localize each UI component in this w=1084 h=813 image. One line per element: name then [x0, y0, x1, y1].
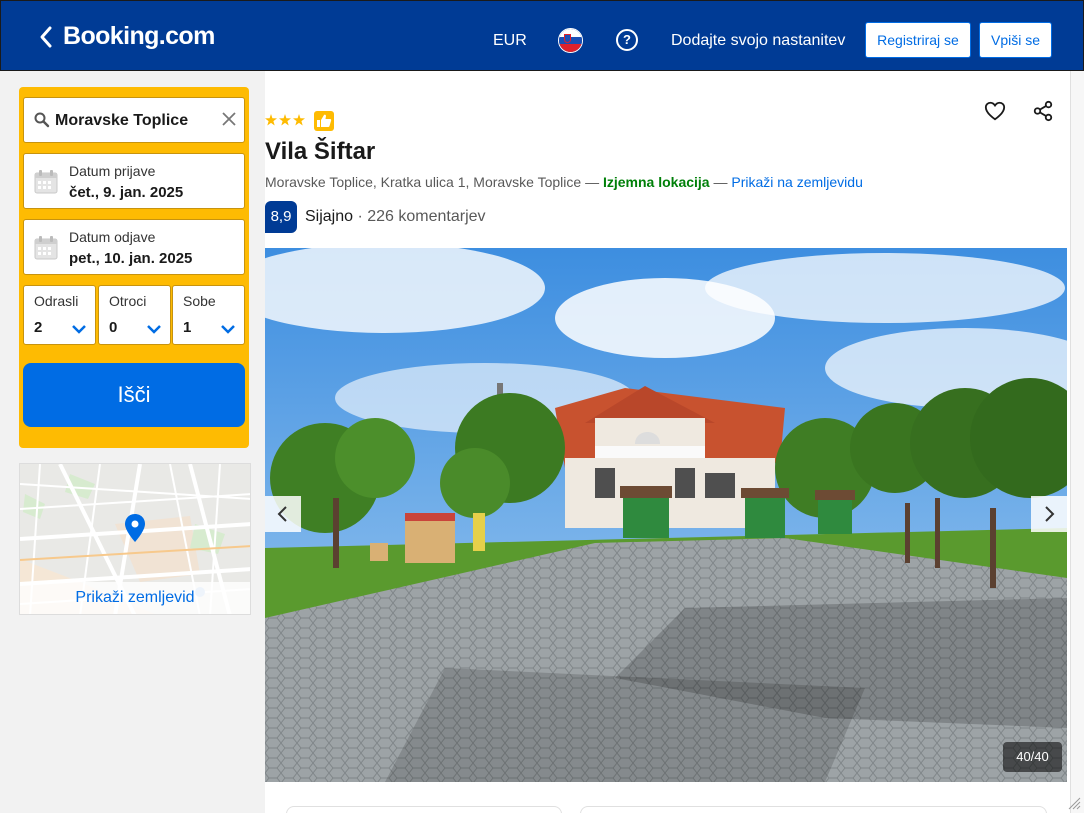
photo-image: [265, 248, 1067, 782]
show-map-link[interactable]: Prikaži zemljevid: [20, 582, 250, 614]
help-icon[interactable]: ?: [616, 29, 638, 51]
chevron-down-icon: [72, 325, 86, 334]
mini-map[interactable]: Prikaži zemljevid: [19, 463, 251, 615]
checkout-value: pet., 10. jan. 2025: [69, 250, 193, 267]
chevron-right-icon: [1045, 506, 1055, 522]
checkin-field[interactable]: Datum prijave čet., 9. jan. 2025: [23, 153, 245, 209]
flag-si-icon[interactable]: [558, 28, 583, 53]
adults-select[interactable]: Odrasli 2: [23, 285, 96, 345]
chevron-down-icon: [147, 325, 161, 334]
property-address: Moravske Toplice, Kratka ulica 1, Moravs…: [265, 174, 582, 190]
star-icon: [265, 114, 277, 126]
chevron-down-icon: [221, 325, 235, 334]
adults-label: Odrasli: [34, 293, 79, 309]
children-select[interactable]: Otroci 0: [98, 285, 171, 345]
location-badge: Izjemna lokacija: [602, 174, 710, 190]
separator: —: [709, 174, 732, 190]
photo-counter: 40/40: [1003, 742, 1062, 772]
show-on-map-link[interactable]: Prikaži na zemljevidu: [731, 174, 863, 190]
resize-handle-icon[interactable]: [1067, 796, 1081, 810]
search-icon: [34, 112, 50, 128]
thumbs-up-icon: [314, 111, 334, 131]
review-summary[interactable]: Sijajno · 226 komentarjev: [305, 208, 486, 226]
score-word: Sijajno: [305, 208, 354, 225]
info-card: [286, 806, 562, 813]
destination-value: Moravske Toplice: [55, 112, 189, 129]
clear-icon[interactable]: [220, 110, 238, 128]
add-property-link[interactable]: Dodajte svojo nastanitev: [671, 32, 845, 50]
property-address-line: Moravske Toplice, Kratka ulica 1, Moravs…: [265, 174, 863, 190]
search-panel: Moravske Toplice Datum prijave čet., 9. …: [19, 87, 249, 448]
page-scrollbar[interactable]: [1070, 71, 1084, 813]
rooms-label: Sobe: [183, 293, 216, 309]
star-rating: [265, 114, 305, 126]
top-header: Booking.com EUR ? Dodajte svojo nastanit…: [0, 0, 1084, 71]
heart-icon[interactable]: [984, 100, 1006, 122]
share-icon[interactable]: [1032, 100, 1054, 122]
children-value: 0: [109, 319, 118, 336]
info-card: [580, 806, 1047, 813]
register-button[interactable]: Registriraj se: [865, 22, 971, 58]
property-photo[interactable]: [265, 248, 1067, 782]
checkout-field[interactable]: Datum odjave pet., 10. jan. 2025: [23, 219, 245, 275]
separator: —: [581, 174, 603, 190]
rooms-value: 1: [183, 319, 192, 336]
review-count: · 226 komentarjev: [353, 208, 486, 225]
chevron-left-icon: [277, 506, 287, 522]
checkout-label: Datum odjave: [69, 229, 156, 245]
currency-selector[interactable]: EUR: [493, 32, 527, 50]
rooms-select[interactable]: Sobe 1: [172, 285, 245, 345]
login-button[interactable]: Vpiši se: [979, 22, 1052, 58]
calendar-icon: [34, 236, 58, 260]
calendar-icon: [34, 170, 58, 194]
photo-prev-button[interactable]: [265, 496, 301, 532]
destination-field[interactable]: Moravske Toplice: [23, 97, 245, 143]
property-title: Vila Šiftar: [265, 138, 376, 165]
star-icon: [293, 114, 305, 126]
checkin-value: čet., 9. jan. 2025: [69, 184, 184, 201]
review-score-badge[interactable]: 8,9: [265, 201, 297, 233]
star-icon: [279, 114, 291, 126]
checkin-label: Datum prijave: [69, 163, 156, 179]
photo-next-button[interactable]: [1031, 496, 1067, 532]
booking-logo[interactable]: Booking.com: [63, 22, 215, 51]
property-panel: Vila Šiftar Moravske Toplice, Kratka uli…: [265, 71, 1070, 813]
children-label: Otroci: [109, 293, 147, 309]
back-icon[interactable]: [37, 25, 57, 49]
search-button[interactable]: Išči: [23, 363, 245, 427]
map-pin-icon: [125, 514, 145, 542]
adults-value: 2: [34, 319, 43, 336]
